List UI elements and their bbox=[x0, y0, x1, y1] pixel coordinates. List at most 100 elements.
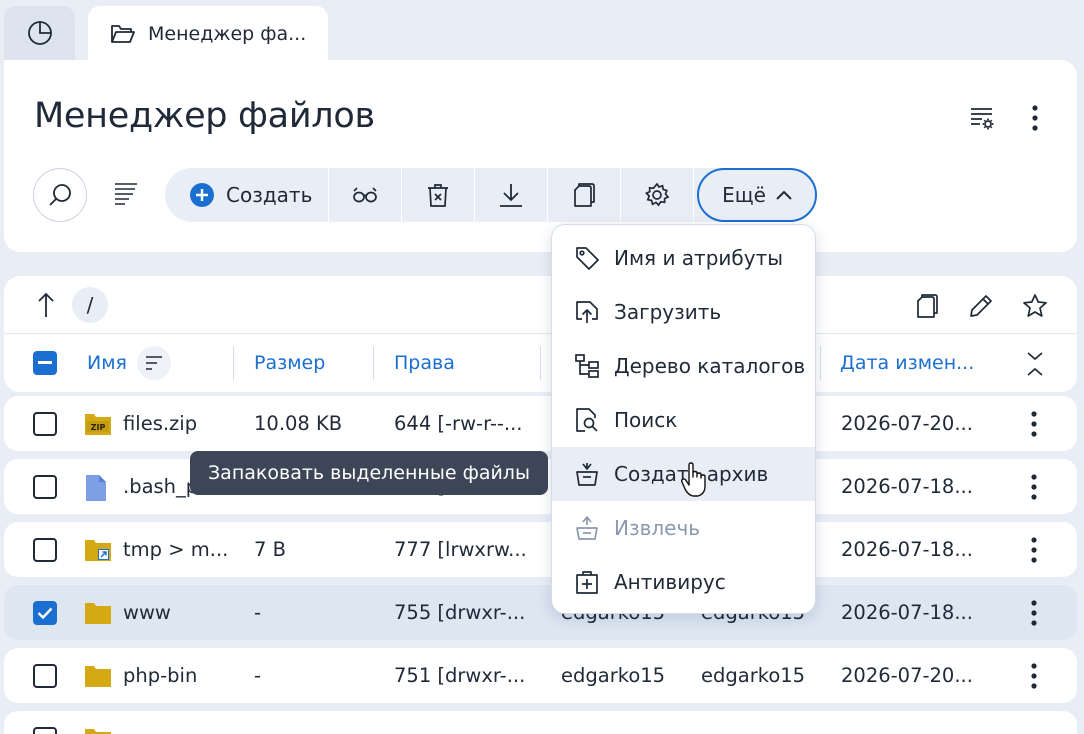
select-all-checkbox[interactable] bbox=[33, 351, 57, 375]
more-dropdown-menu: Имя и атрибуты Загрузить Дерево каталого… bbox=[551, 224, 816, 614]
cell-size: 7 B bbox=[254, 538, 286, 561]
upload-icon bbox=[576, 301, 598, 323]
menu-item-antivirus[interactable]: Антивирус bbox=[552, 555, 815, 609]
table-row[interactable]: php-bin - 751 [drwxr-... edgarko15 edgarko15… bbox=[4, 648, 1077, 703]
row-more-button[interactable] bbox=[1019, 593, 1049, 633]
header-more-button[interactable] bbox=[1015, 98, 1055, 138]
path-copy-button[interactable] bbox=[907, 286, 947, 326]
cell-size: 10.08 KB bbox=[254, 412, 343, 435]
cell-size: - bbox=[254, 601, 262, 624]
tab-file-manager[interactable]: Менеджер фа... bbox=[88, 6, 328, 62]
file-list: / Имя Размер Права Дата измен... ZIP fil… bbox=[4, 276, 1077, 734]
arrow-up-icon bbox=[38, 292, 54, 317]
file-icon bbox=[86, 475, 106, 501]
column-divider bbox=[233, 346, 234, 380]
copy-button[interactable] bbox=[548, 168, 621, 222]
row-checkbox[interactable] bbox=[33, 412, 57, 436]
row-more-button[interactable] bbox=[1019, 404, 1049, 444]
check-icon bbox=[37, 607, 53, 619]
cell-size: - bbox=[254, 664, 262, 687]
folder-open-icon bbox=[111, 25, 135, 43]
plus-circle-icon bbox=[190, 183, 214, 207]
list-settings-icon bbox=[971, 108, 994, 130]
copy-icon bbox=[574, 183, 595, 207]
trash-icon bbox=[428, 184, 448, 207]
column-perms[interactable]: Права bbox=[394, 334, 455, 392]
view-button[interactable] bbox=[329, 168, 402, 222]
table-row[interactable]: ZIP files.zip 10.08 KB 644 [-rw-r--... 2026-… bbox=[4, 396, 1077, 451]
cell-date: 2026-07-20... bbox=[841, 412, 973, 435]
collapse-columns-button[interactable] bbox=[1025, 350, 1045, 378]
svg-text:ZIP: ZIP bbox=[91, 423, 106, 432]
cell-owner: edgarko15 bbox=[561, 664, 666, 687]
more-label: Ещё bbox=[722, 183, 766, 207]
file-type-icon bbox=[84, 663, 112, 689]
cell-name[interactable]: www bbox=[123, 585, 227, 640]
file-type-icon bbox=[84, 537, 112, 563]
table-row[interactable] bbox=[4, 711, 1077, 734]
file-type-icon bbox=[84, 600, 112, 626]
column-modified[interactable]: Дата измен... bbox=[840, 334, 974, 392]
cell-name[interactable]: files.zip bbox=[123, 396, 227, 451]
filter-button[interactable] bbox=[106, 174, 146, 214]
menu-item-label: Загрузить bbox=[614, 300, 722, 324]
antivirus-icon bbox=[576, 571, 598, 594]
pencil-icon bbox=[970, 295, 992, 317]
cell-date: 2026-07-18... bbox=[841, 475, 973, 498]
menu-item-search[interactable]: Поиск bbox=[552, 393, 815, 447]
table-row[interactable]: tmp > m... 7 B 777 [lrwxrw... 2026-07-18... bbox=[4, 522, 1077, 577]
path-root[interactable]: / bbox=[72, 287, 108, 323]
tab-dashboard[interactable] bbox=[4, 6, 75, 60]
column-divider bbox=[540, 346, 541, 380]
row-more-button[interactable] bbox=[1019, 530, 1049, 570]
file-type-icon bbox=[84, 474, 112, 501]
filter-lines-icon bbox=[115, 183, 137, 205]
create-button[interactable]: Создать bbox=[165, 168, 329, 222]
path-favorite-button[interactable] bbox=[1015, 286, 1055, 326]
search-icon bbox=[49, 184, 71, 206]
column-size[interactable]: Размер bbox=[254, 334, 325, 392]
table-row[interactable]: www-755 [drwxr-...edgarko15edgarko152026… bbox=[4, 585, 1077, 640]
search-button[interactable] bbox=[33, 168, 87, 222]
kebab-icon bbox=[1031, 663, 1037, 689]
path-edit-button[interactable] bbox=[961, 286, 1001, 326]
archive-extract-icon bbox=[576, 516, 598, 540]
folder-link-icon bbox=[85, 540, 111, 561]
menu-item-label: Дерево каталогов bbox=[614, 354, 806, 378]
sort-button[interactable] bbox=[136, 346, 171, 380]
folder-icon bbox=[85, 729, 111, 734]
zip-icon: ZIP bbox=[85, 414, 111, 435]
cell-name[interactable]: tmp > m... bbox=[123, 522, 227, 577]
row-more-button[interactable] bbox=[1019, 467, 1049, 507]
menu-item-upload[interactable]: Загрузить bbox=[552, 285, 815, 339]
row-checkbox[interactable] bbox=[33, 601, 57, 625]
row-checkbox[interactable] bbox=[33, 475, 57, 499]
delete-button[interactable] bbox=[402, 168, 475, 222]
file-type-icon: ZIP bbox=[84, 411, 112, 437]
tooltip: Запаковать выделенные файлы bbox=[190, 451, 548, 495]
view-settings-button[interactable] bbox=[962, 98, 1002, 138]
row-checkbox[interactable] bbox=[33, 538, 57, 562]
kebab-icon bbox=[1031, 474, 1037, 500]
row-checkbox[interactable] bbox=[33, 727, 57, 734]
column-name[interactable]: Имя bbox=[87, 334, 171, 392]
sort-icon bbox=[145, 356, 162, 370]
column-divider bbox=[373, 346, 374, 380]
cell-name[interactable]: php-bin bbox=[123, 648, 227, 703]
menu-item-extract[interactable]: Извлечь bbox=[552, 501, 815, 555]
go-up-button[interactable] bbox=[30, 288, 62, 322]
menu-item-rename-attributes[interactable]: Имя и атрибуты bbox=[552, 231, 815, 285]
cell-date: 2026-07-20... bbox=[841, 664, 973, 687]
header-card: Менеджер файлов Создать Ещё bbox=[4, 60, 1077, 252]
cell-perms: 777 [lrwxrw... bbox=[394, 538, 527, 561]
settings-button[interactable] bbox=[621, 168, 694, 222]
cell-date: 2026-07-18... bbox=[841, 538, 973, 561]
row-more-button[interactable] bbox=[1019, 656, 1049, 696]
menu-item-label: Антивирус bbox=[614, 570, 726, 594]
more-button[interactable]: Ещё bbox=[697, 168, 817, 222]
row-checkbox[interactable] bbox=[33, 664, 57, 688]
menu-item-directory-tree[interactable]: Дерево каталогов bbox=[552, 339, 815, 393]
download-button[interactable] bbox=[475, 168, 548, 222]
page-title: Менеджер файлов bbox=[34, 96, 375, 136]
kebab-icon bbox=[1032, 105, 1038, 131]
